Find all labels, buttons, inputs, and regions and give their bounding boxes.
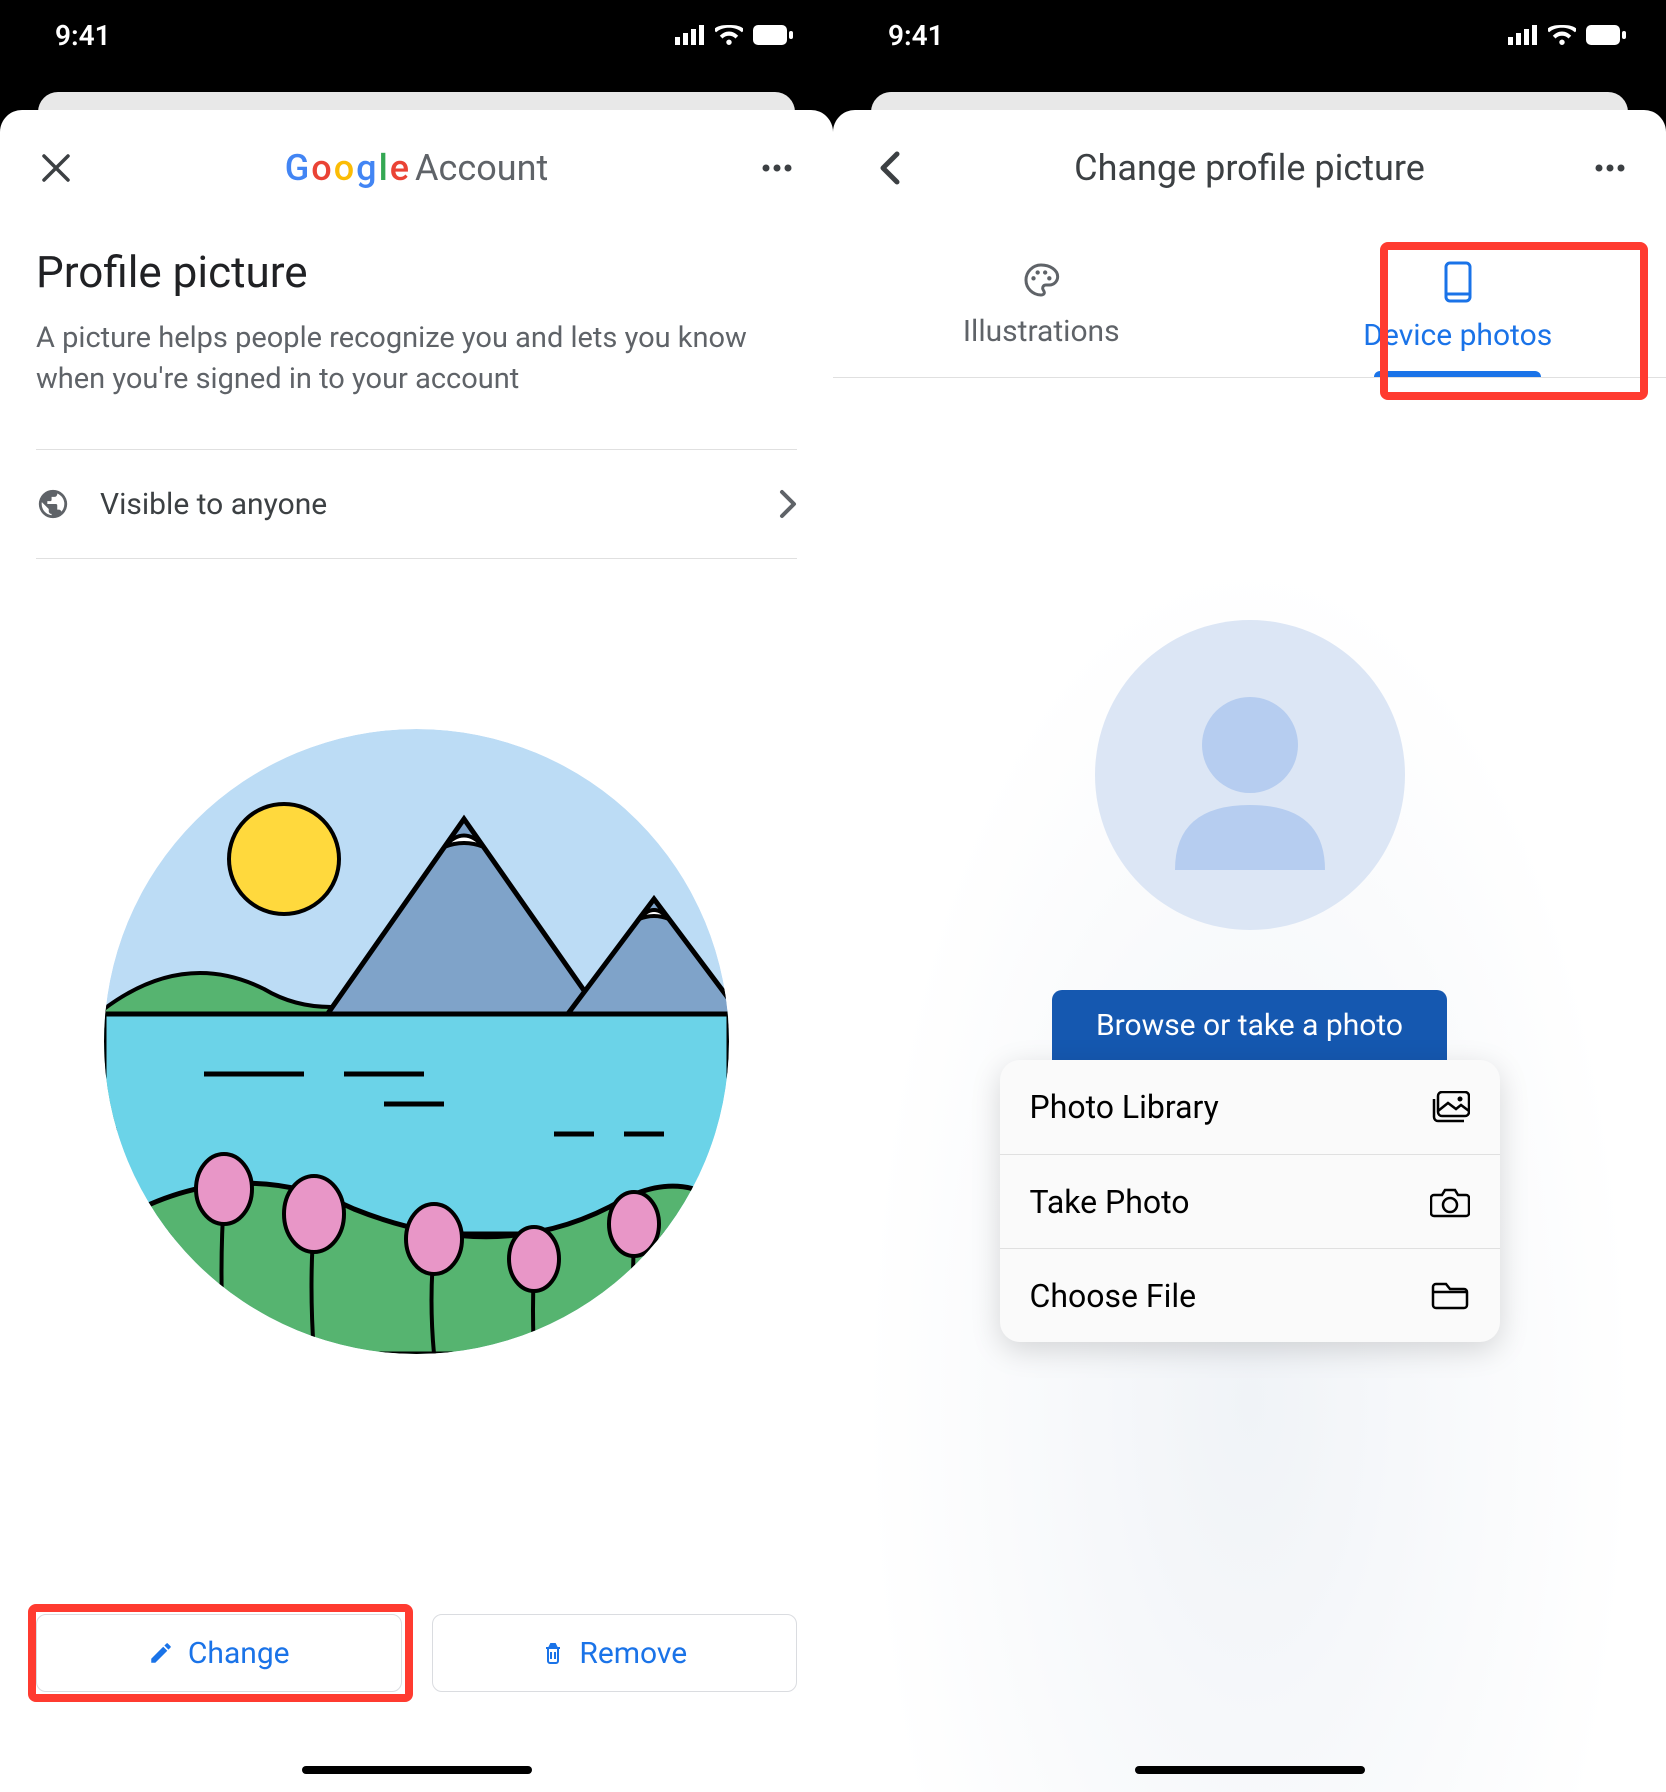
status-time: 9:41	[55, 19, 111, 52]
screen-change-profile-picture: 9:41 Change profile picture Illustration…	[833, 0, 1666, 1792]
nav-bar: Change profile picture	[833, 138, 1666, 198]
account-label: Account	[415, 147, 548, 189]
home-indicator[interactable]	[302, 1766, 532, 1774]
tab-device-photos-label: Device photos	[1363, 318, 1552, 353]
tab-device-photos[interactable]: Device photos	[1250, 238, 1666, 377]
tabs: Illustrations Device photos	[833, 238, 1666, 378]
remove-label: Remove	[579, 1636, 687, 1671]
menu-take-photo[interactable]: Take Photo	[1000, 1154, 1500, 1248]
status-indicators	[675, 25, 793, 45]
more-button[interactable]	[757, 148, 797, 188]
remove-button[interactable]: Remove	[432, 1614, 798, 1692]
wifi-icon	[715, 25, 743, 45]
browse-button[interactable]: Browse or take a photo	[1052, 990, 1447, 1060]
status-bar: 9:41	[0, 0, 833, 70]
menu-take-photo-label: Take Photo	[1030, 1183, 1190, 1221]
tab-illustrations[interactable]: Illustrations	[833, 238, 1250, 377]
status-indicators	[1508, 25, 1626, 45]
home-indicator[interactable]	[1135, 1766, 1365, 1774]
menu-photo-library-label: Photo Library	[1030, 1088, 1219, 1126]
google-logo: Google	[285, 147, 409, 189]
close-button[interactable]	[36, 148, 76, 188]
device-photos-area: Browse or take a photo Photo Library Tak…	[833, 490, 1666, 1792]
pencil-icon	[148, 1640, 174, 1666]
back-button[interactable]	[869, 148, 909, 188]
change-button[interactable]: Change	[36, 1614, 402, 1692]
globe-icon	[36, 487, 70, 521]
section-title: Profile picture	[36, 246, 797, 298]
status-time: 9:41	[888, 19, 944, 52]
menu-photo-library[interactable]: Photo Library	[1000, 1060, 1500, 1154]
helper-text: A picture helps people recognize you and…	[36, 318, 797, 399]
avatar-illustration	[104, 729, 729, 1354]
person-icon	[1145, 670, 1355, 880]
screen-profile-picture: 9:41 Google Account Profile picture	[0, 0, 833, 1792]
wifi-icon	[1548, 25, 1576, 45]
menu-choose-file-label: Choose File	[1030, 1277, 1197, 1315]
battery-icon	[1586, 25, 1626, 45]
photo-library-icon	[1430, 1091, 1470, 1123]
chevron-right-icon	[779, 489, 797, 519]
trash-icon	[541, 1640, 565, 1666]
page-title: Change profile picture	[833, 147, 1666, 189]
cellular-icon	[1508, 25, 1538, 45]
battery-icon	[753, 25, 793, 45]
visibility-row[interactable]: Visible to anyone	[36, 449, 797, 559]
main-sheet: Change profile picture Illustrations Dev…	[833, 110, 1666, 1792]
browse-label: Browse or take a photo	[1096, 1008, 1403, 1043]
status-bar: 9:41	[833, 0, 1666, 70]
avatar-placeholder	[1095, 620, 1405, 930]
content-area: Profile picture A picture helps people r…	[0, 198, 833, 559]
change-label: Change	[188, 1636, 290, 1671]
nav-bar: Google Account	[0, 138, 833, 198]
palette-icon	[1021, 260, 1061, 300]
chevron-left-icon	[878, 151, 900, 185]
close-icon	[41, 153, 71, 183]
profile-picture-preview	[0, 729, 833, 1354]
photo-source-menu: Photo Library Take Photo Choose File	[1000, 1060, 1500, 1342]
cellular-icon	[675, 25, 705, 45]
more-button[interactable]	[1590, 148, 1630, 188]
button-row: Change Remove	[36, 1614, 797, 1692]
page-title: Google Account	[0, 147, 833, 189]
folder-icon	[1430, 1281, 1470, 1311]
main-sheet: Google Account Profile picture A picture…	[0, 110, 833, 1792]
title-label: Change profile picture	[1074, 147, 1425, 189]
more-horizontal-icon	[762, 164, 792, 172]
more-horizontal-icon	[1595, 164, 1625, 172]
tab-illustrations-label: Illustrations	[963, 314, 1120, 349]
menu-choose-file[interactable]: Choose File	[1000, 1248, 1500, 1342]
camera-icon	[1430, 1186, 1470, 1218]
visibility-label: Visible to anyone	[100, 487, 749, 522]
phone-icon	[1443, 260, 1473, 304]
